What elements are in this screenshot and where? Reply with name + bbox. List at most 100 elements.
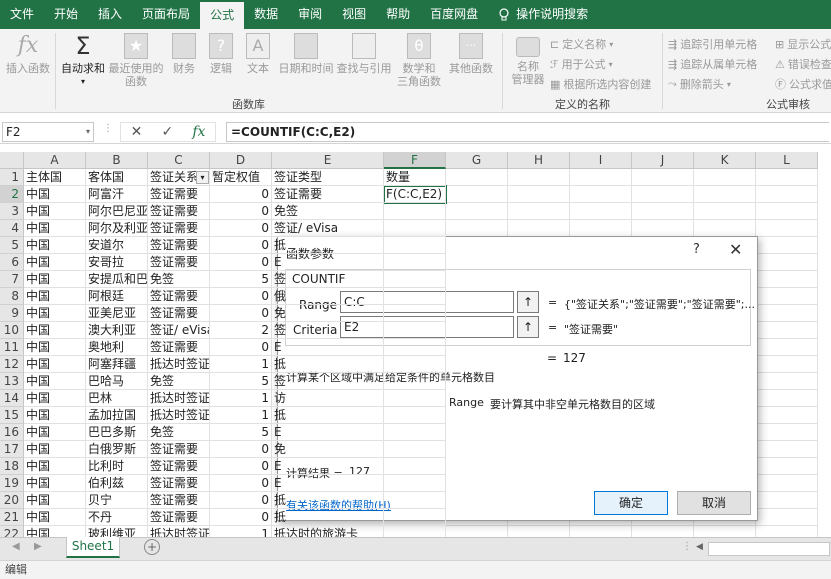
cell[interactable]: 抵 — [272, 356, 384, 373]
cell[interactable]: 1 — [210, 407, 272, 424]
cell[interactable]: 中国 — [24, 237, 86, 254]
cell[interactable]: 5 — [210, 373, 272, 390]
cell[interactable] — [384, 305, 446, 322]
cell[interactable]: 安道尔 — [86, 237, 148, 254]
range-collapse-button[interactable]: ↑ — [517, 291, 539, 313]
insert-function-button[interactable]: fx 插入函数 — [4, 33, 52, 75]
cell[interactable] — [756, 509, 818, 526]
cell[interactable] — [756, 322, 818, 339]
horizontal-scrollbar[interactable] — [708, 542, 830, 556]
cell[interactable] — [756, 441, 818, 458]
cell[interactable]: 签证类型 — [272, 169, 384, 186]
cell[interactable]: 抵达时的旅游卡 — [272, 526, 384, 537]
cell[interactable]: 5 — [210, 271, 272, 288]
cell[interactable]: 签 — [272, 271, 384, 288]
cell[interactable]: 抵 — [272, 237, 384, 254]
tab-review[interactable]: 审阅 — [288, 0, 332, 29]
cell[interactable] — [632, 169, 694, 186]
column-header-c[interactable]: C — [148, 152, 210, 169]
cell[interactable]: 巴林 — [86, 390, 148, 407]
cell[interactable]: 1 — [210, 390, 272, 407]
tab-insert[interactable]: 插入 — [88, 0, 132, 29]
cell[interactable]: 澳大利亚 — [86, 322, 148, 339]
cell[interactable]: 0 — [210, 203, 272, 220]
row-header[interactable]: 1 — [0, 169, 24, 186]
cell[interactable]: 中国 — [24, 407, 86, 424]
cell[interactable] — [756, 424, 818, 441]
cell[interactable] — [632, 526, 694, 537]
row-header[interactable]: 4 — [0, 220, 24, 237]
cell[interactable] — [756, 203, 818, 220]
cell[interactable]: 安提瓜和巴布达 — [86, 271, 148, 288]
row-header[interactable]: 14 — [0, 390, 24, 407]
cell[interactable]: 签证需要 — [148, 458, 210, 475]
cell[interactable]: 抵达时签证 — [148, 356, 210, 373]
resize-dots-icon[interactable]: ⋮ — [103, 123, 113, 134]
cell[interactable] — [756, 220, 818, 237]
cell[interactable] — [384, 322, 446, 339]
cell[interactable] — [384, 458, 446, 475]
cell[interactable]: 主体国 — [24, 169, 86, 186]
cell[interactable]: 0 — [210, 458, 272, 475]
cell[interactable]: 签证需要 — [148, 339, 210, 356]
logical-button[interactable]: ? 逻辑 — [206, 33, 236, 75]
cell[interactable]: 客体国 — [86, 169, 148, 186]
remove-arrows-button[interactable]: ⤳ 删除箭头 ▾ — [668, 76, 731, 92]
ok-button[interactable]: 确定 — [594, 491, 668, 515]
cell[interactable] — [756, 169, 818, 186]
cell[interactable]: E — [272, 424, 384, 441]
cell[interactable] — [384, 526, 446, 537]
row-header[interactable]: 19 — [0, 475, 24, 492]
cell[interactable]: 免签 — [148, 424, 210, 441]
cell[interactable]: 签证需要 — [148, 203, 210, 220]
cell[interactable]: 5 — [210, 424, 272, 441]
cell[interactable] — [508, 526, 570, 537]
cell[interactable]: 中国 — [24, 322, 86, 339]
column-header-j[interactable]: J — [632, 152, 694, 169]
cell[interactable]: 中国 — [24, 458, 86, 475]
cell[interactable]: 阿塞拜疆 — [86, 356, 148, 373]
cell[interactable] — [384, 475, 446, 492]
cell[interactable]: 0 — [210, 509, 272, 526]
select-all-corner[interactable] — [0, 152, 24, 169]
cell[interactable] — [756, 475, 818, 492]
cell[interactable]: 比利时 — [86, 458, 148, 475]
cell[interactable] — [384, 424, 446, 441]
cell[interactable] — [446, 186, 508, 203]
tab-split-dots-icon[interactable]: ⋮ — [682, 541, 692, 552]
cell[interactable] — [756, 458, 818, 475]
cell[interactable]: 不丹 — [86, 509, 148, 526]
cell[interactable]: 签证需要 — [148, 509, 210, 526]
cell[interactable]: 签证需要 — [148, 186, 210, 203]
cell[interactable]: E — [272, 458, 384, 475]
cell[interactable]: 签证需要 — [148, 237, 210, 254]
cell[interactable] — [570, 203, 632, 220]
datetime-button[interactable]: 日期和时间 — [276, 33, 336, 75]
column-header-k[interactable]: K — [694, 152, 756, 169]
cell[interactable] — [694, 169, 756, 186]
tab-view[interactable]: 视图 — [332, 0, 376, 29]
financial-button[interactable]: 财务 — [168, 33, 200, 75]
row-header[interactable]: 16 — [0, 424, 24, 441]
cell[interactable]: 0 — [210, 237, 272, 254]
row-header[interactable]: 22 — [0, 526, 24, 537]
cell[interactable]: 贝宁 — [86, 492, 148, 509]
cell[interactable]: 签证需要 — [148, 220, 210, 237]
cell[interactable]: 阿根廷 — [86, 288, 148, 305]
cell[interactable] — [570, 526, 632, 537]
cell[interactable]: 0 — [210, 492, 272, 509]
next-sheet-icon[interactable]: ▶ — [34, 541, 42, 552]
cell[interactable] — [756, 305, 818, 322]
autosum-button[interactable]: Σ 自动求和 ▾ — [58, 33, 108, 88]
add-sheet-icon[interactable]: + — [144, 539, 160, 555]
cell[interactable]: 0 — [210, 288, 272, 305]
cell[interactable]: 0 — [210, 305, 272, 322]
cell[interactable]: 签证/ eVisa — [272, 220, 384, 237]
trace-precedents-button[interactable]: ⇶ 追踪引用单元格 — [668, 36, 757, 52]
cell[interactable]: 1 — [210, 526, 272, 537]
cell[interactable] — [384, 254, 446, 271]
cell[interactable]: 中国 — [24, 492, 86, 509]
cell[interactable]: E — [272, 339, 384, 356]
cell[interactable] — [570, 220, 632, 237]
cell[interactable] — [756, 186, 818, 203]
